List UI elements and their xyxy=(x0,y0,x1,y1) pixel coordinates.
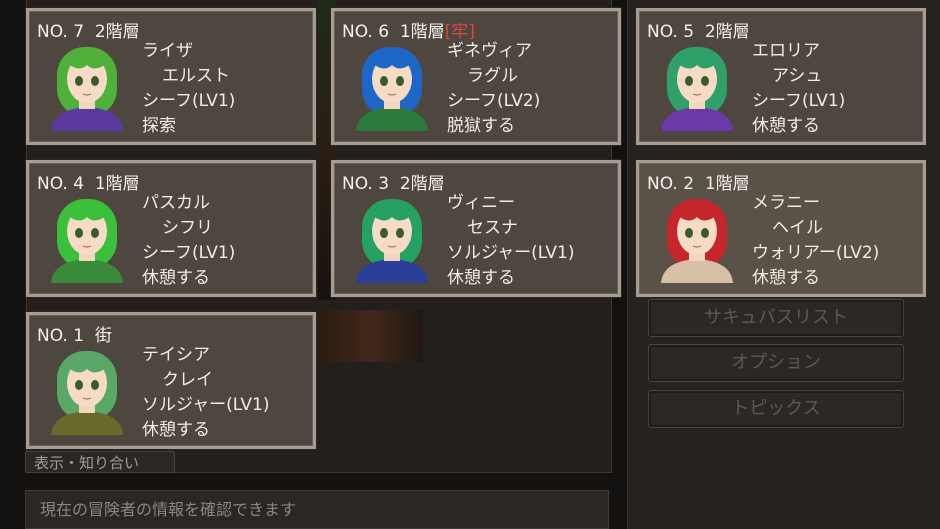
last-name: シフリ xyxy=(162,218,213,238)
action-status: 休憩する xyxy=(752,268,820,288)
first-name: ギネヴィア xyxy=(447,41,532,61)
first-name: パスカル xyxy=(142,193,210,213)
topics-button[interactable]: トピックス xyxy=(648,390,904,428)
succubus-list-button[interactable]: サキュバスリスト xyxy=(648,299,904,337)
adventurer-portrait xyxy=(661,47,733,131)
job-class: ソルジャー(LV1) xyxy=(142,395,270,415)
adventurer-info: エロリア アシュ シーフ(LV1) 休憩する xyxy=(752,39,845,139)
view-acquaintance-tab[interactable]: 表示・知り合い xyxy=(25,451,175,473)
options-button[interactable]: オプション xyxy=(648,344,904,382)
action-status: 脱獄する xyxy=(447,116,515,136)
first-name: メラニー xyxy=(752,193,820,213)
job-class: シーフ(LV1) xyxy=(142,91,236,111)
job-class: シーフ(LV1) xyxy=(142,243,236,263)
help-text-bar: 現在の冒険者の情報を確認できます xyxy=(25,490,609,529)
adventurer-info: ギネヴィア ラグル シーフ(LV2) 脱獄する xyxy=(447,39,540,139)
last-name: ヘイル xyxy=(772,218,823,238)
adventurer-info: ライザ エルスト シーフ(LV1) 探索 xyxy=(142,39,235,139)
adventurer-info: ヴィニー セスナ ソルジャー(LV1) 休憩する xyxy=(447,191,574,291)
adventurer-card-3[interactable]: NO. 3 2階層 ヴィニー セスナ ソルジャー(LV1) 休憩する xyxy=(331,160,621,297)
job-class: ソルジャー(LV1) xyxy=(447,243,575,263)
map-fragment xyxy=(318,310,423,362)
adventurer-portrait xyxy=(356,199,428,283)
job-class: ウォリアー(LV2) xyxy=(752,243,880,263)
adventurer-card-6[interactable]: NO. 6 1階層[牢] ギネヴィア ラグル シーフ(LV2) 脱獄する xyxy=(331,8,621,145)
action-status: 休憩する xyxy=(142,268,210,288)
action-status: 休憩する xyxy=(447,268,515,288)
action-status: 休憩する xyxy=(142,420,210,440)
adventurer-info: パスカル シフリ シーフ(LV1) 休憩する xyxy=(142,191,235,291)
first-name: ライザ xyxy=(142,41,193,61)
last-name: ラグル xyxy=(467,66,518,86)
last-name: アシュ xyxy=(772,66,823,86)
action-status: 休憩する xyxy=(752,116,820,136)
adventurer-portrait xyxy=(51,351,123,435)
adventurer-card-5[interactable]: NO. 5 2階層 エロリア アシュ シーフ(LV1) 休憩する xyxy=(636,8,926,145)
last-name: エルスト xyxy=(162,66,230,86)
adventurer-info: メラニー ヘイル ウォリアー(LV2) 休憩する xyxy=(752,191,879,291)
first-name: エロリア xyxy=(752,41,820,61)
action-status: 探索 xyxy=(142,116,176,136)
adventurer-info: テイシア クレイ ソルジャー(LV1) 休憩する xyxy=(142,343,269,443)
last-name: クレイ xyxy=(162,370,213,390)
adventurer-portrait xyxy=(356,47,428,131)
job-class: シーフ(LV2) xyxy=(447,91,541,111)
adventurer-card-2[interactable]: NO. 2 1階層 メラニー ヘイル ウォリアー(LV2) 休憩する xyxy=(636,160,926,297)
last-name: セスナ xyxy=(467,218,518,238)
adventurer-card-4[interactable]: NO. 4 1階層 パスカル シフリ シーフ(LV1) 休憩する xyxy=(26,160,316,297)
adventurer-card-7[interactable]: NO. 7 2階層 ライザ エルスト シーフ(LV1) 探索 xyxy=(26,8,316,145)
adventurer-card-1[interactable]: NO. 1 街 テイシア クレイ ソルジャー(LV1) 休憩する xyxy=(26,312,316,449)
first-name: テイシア xyxy=(142,345,210,365)
job-class: シーフ(LV1) xyxy=(752,91,846,111)
adventurer-portrait xyxy=(51,199,123,283)
adventurer-portrait xyxy=(661,199,733,283)
first-name: ヴィニー xyxy=(447,193,515,213)
adventurer-portrait xyxy=(51,47,123,131)
